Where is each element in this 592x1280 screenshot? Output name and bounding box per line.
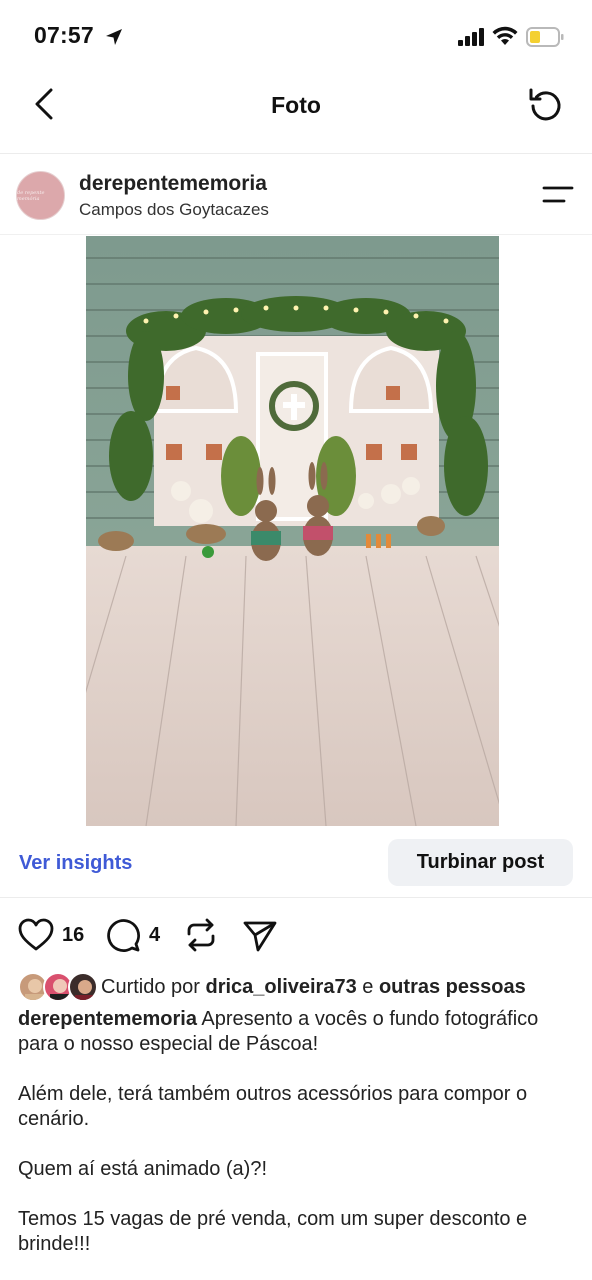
- insights-row: Ver insights Turbinar post: [0, 836, 592, 898]
- repost-icon: [187, 918, 215, 952]
- liker-avatars: [18, 972, 98, 1004]
- liker-avatar: [68, 972, 98, 1002]
- avatar-text: de repente memória: [17, 189, 45, 202]
- battery-icon: [526, 27, 564, 47]
- liked-by-text: Curtido por drica_oliveira73 e outras pe…: [101, 976, 526, 999]
- easter-backdrop-image: [86, 236, 499, 826]
- page-title: Foto: [271, 92, 321, 118]
- like-button[interactable]: 16: [18, 914, 84, 956]
- repost-button[interactable]: [184, 914, 218, 956]
- caption-paragraph-4: Temos 15 vagas de pré venda, com um supe…: [18, 1208, 528, 1255]
- view-insights-link[interactable]: Ver insights: [19, 852, 132, 875]
- caption-username[interactable]: derepentememoria: [18, 1008, 197, 1030]
- post-caption: derepentememoria Apresento a vocês o fun…: [18, 1007, 578, 1280]
- wifi-icon: [492, 26, 518, 45]
- caption-paragraph-2: Além dele, terá também outros acessórios…: [18, 1083, 528, 1130]
- liked-by-conj: e: [362, 976, 374, 998]
- liked-by-prefix: Curtido por: [101, 976, 200, 998]
- caption-paragraph-3: Quem aí está animado (a)?!: [18, 1158, 268, 1180]
- post-location[interactable]: Campos dos Goytacazes: [79, 200, 269, 220]
- avatar[interactable]: de repente memória: [16, 171, 65, 220]
- signal-icon: [458, 28, 484, 46]
- comment-button[interactable]: 4: [105, 914, 160, 956]
- refresh-icon[interactable]: [527, 86, 565, 124]
- status-time: 07:57: [34, 22, 94, 48]
- options-icon[interactable]: [542, 184, 574, 206]
- post-photo[interactable]: [86, 236, 499, 826]
- liked-by-user[interactable]: drica_oliveira73: [206, 976, 357, 998]
- caption-paragraph: derepentememoria Apresento a vocês o fun…: [18, 1007, 578, 1057]
- comments-count: 4: [149, 923, 161, 946]
- comment-icon: [107, 919, 140, 952]
- boost-post-button[interactable]: Turbinar post: [388, 839, 573, 886]
- share-button[interactable]: [242, 914, 278, 956]
- share-icon: [243, 921, 277, 952]
- post-header: de repente memória derepentememoria Camp…: [0, 155, 592, 235]
- likes-count: 16: [62, 923, 85, 946]
- location-arrow-icon: [106, 29, 122, 45]
- heart-icon: [18, 918, 54, 951]
- liked-by-row[interactable]: Curtido por drica_oliveira73 e outras pe…: [18, 972, 578, 1004]
- post-username[interactable]: derepentememoria: [79, 172, 267, 196]
- nav-bar: Foto: [0, 76, 592, 154]
- liked-by-others[interactable]: outras pessoas: [379, 976, 526, 998]
- status-bar: 07:57: [0, 0, 592, 76]
- post-actions: 16 4: [0, 914, 592, 958]
